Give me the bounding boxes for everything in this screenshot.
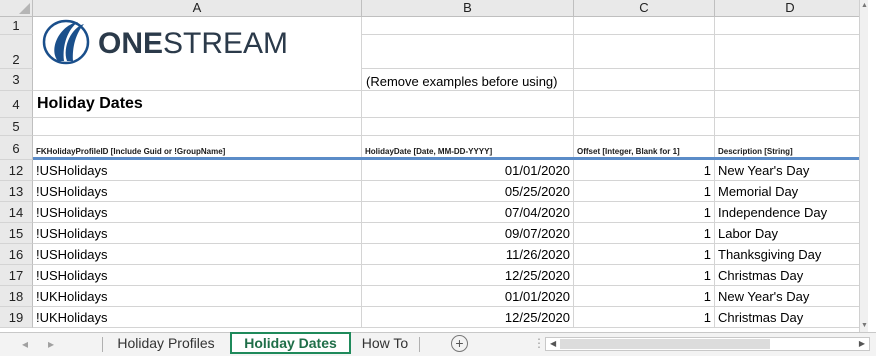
cell-a5[interactable] — [33, 118, 362, 136]
offset-cell[interactable]: 1 — [574, 160, 715, 181]
date-cell[interactable]: 12/25/2020 — [362, 307, 574, 328]
date-cell[interactable]: 12/25/2020 — [362, 265, 574, 286]
offset-cell[interactable]: 1 — [574, 307, 715, 328]
cell-d1[interactable] — [715, 17, 866, 35]
cell-b4[interactable] — [362, 91, 574, 118]
tab-splitter-handle-icon[interactable]: ⋮ — [533, 336, 545, 350]
offset-cell[interactable]: 1 — [574, 244, 715, 265]
row-header-15[interactable]: 15 — [0, 223, 33, 244]
row-header-3[interactable]: 3 — [0, 69, 33, 91]
description-cell[interactable]: Thanksgiving Day — [715, 244, 866, 265]
row-header-5[interactable]: 5 — [0, 118, 33, 136]
cell-d5[interactable] — [715, 118, 866, 136]
profile-cell[interactable]: !USHolidays — [33, 160, 362, 181]
profile-cell[interactable]: !USHolidays — [33, 202, 362, 223]
scroll-down-icon[interactable]: ▼ — [861, 322, 868, 330]
tab-how-to[interactable]: How To — [352, 333, 418, 355]
row-header-13[interactable]: 13 — [0, 181, 33, 202]
profile-cell[interactable]: !UKHolidays — [33, 286, 362, 307]
column-header-d[interactable]: D — [715, 0, 866, 17]
tab-holiday-dates[interactable]: Holiday Dates — [230, 332, 351, 354]
column-header-b[interactable]: B — [362, 0, 574, 17]
row-header-17[interactable]: 17 — [0, 265, 33, 286]
offset-cell[interactable]: 1 — [574, 286, 715, 307]
offset-cell[interactable]: 1 — [574, 181, 715, 202]
select-all-triangle-icon — [19, 3, 30, 14]
cell-c2[interactable] — [574, 35, 715, 69]
scroll-up-icon[interactable]: ▲ — [861, 2, 868, 10]
profile-cell[interactable]: !UKHolidays — [33, 307, 362, 328]
horizontal-scrollbar[interactable]: ◀ ▶ — [545, 337, 870, 351]
profile-cell[interactable]: !USHolidays — [33, 223, 362, 244]
tab-scroll-right-icon[interactable]: ▸ — [48, 337, 54, 351]
description-cell[interactable]: Memorial Day — [715, 181, 866, 202]
cell-c4[interactable] — [574, 91, 715, 118]
row-header-2[interactable]: 2 — [0, 35, 33, 69]
cell-b2[interactable] — [362, 35, 574, 69]
row-header-6[interactable]: 6 — [0, 136, 33, 160]
scroll-right-icon[interactable]: ▶ — [859, 338, 865, 350]
cell-c5[interactable] — [574, 118, 715, 136]
date-cell[interactable]: 01/01/2020 — [362, 286, 574, 307]
date-cell[interactable]: 07/04/2020 — [362, 202, 574, 223]
row-header-1[interactable]: 1 — [0, 17, 33, 35]
column-header-c[interactable]: C — [574, 0, 715, 17]
row-header-12[interactable]: 12 — [0, 160, 33, 181]
tab-holiday-profiles[interactable]: Holiday Profiles — [103, 333, 229, 355]
description-cell[interactable]: New Year's Day — [715, 286, 866, 307]
offset-cell[interactable]: 1 — [574, 265, 715, 286]
description-cell[interactable]: Christmas Day — [715, 265, 866, 286]
description-cell[interactable]: Christmas Day — [715, 307, 866, 328]
onestream-logo: ONESTREAM — [38, 19, 288, 67]
add-sheet-button[interactable]: + — [451, 335, 468, 352]
cell-b1[interactable] — [362, 17, 574, 35]
cell-c3[interactable] — [574, 69, 715, 91]
column-header-a[interactable]: A — [33, 0, 362, 17]
profile-cell[interactable]: !USHolidays — [33, 181, 362, 202]
offset-cell[interactable]: 1 — [574, 223, 715, 244]
profile-cell[interactable]: !USHolidays — [33, 244, 362, 265]
sheet-title: Holiday Dates — [37, 95, 143, 112]
select-all-corner[interactable] — [0, 0, 33, 17]
cell-b5[interactable] — [362, 118, 574, 136]
tab-scroll-left-icon[interactable]: ◂ — [22, 337, 28, 351]
cell-d2[interactable] — [715, 35, 866, 69]
profile-cell[interactable]: !USHolidays — [33, 265, 362, 286]
sheet-tab-bar: ◂ ▸ Holiday Profiles Holiday Dates How T… — [0, 332, 876, 356]
cell-c1[interactable] — [574, 17, 715, 35]
date-cell[interactable]: 05/25/2020 — [362, 181, 574, 202]
description-cell[interactable]: Labor Day — [715, 223, 866, 244]
horizontal-scroll-thumb[interactable] — [560, 339, 770, 349]
vertical-scrollbar[interactable]: ▲ ▼ — [859, 0, 868, 332]
row-header-18[interactable]: 18 — [0, 286, 33, 307]
date-cell[interactable]: 11/26/2020 — [362, 244, 574, 265]
onestream-wordmark: ONESTREAM — [98, 27, 289, 60]
onestream-swoosh-icon — [42, 19, 90, 65]
remove-examples-note: (Remove examples before using) — [366, 74, 558, 89]
spreadsheet-grid: A B C D 12345 ONESTREAM (Remove examples… — [0, 0, 868, 332]
date-cell[interactable]: 01/01/2020 — [362, 160, 574, 181]
scroll-left-icon[interactable]: ◀ — [550, 338, 556, 350]
tab-separator — [419, 337, 420, 352]
cell-d3[interactable] — [715, 69, 866, 91]
description-cell[interactable]: Independence Day — [715, 202, 866, 223]
row-header-4[interactable]: 4 — [0, 91, 33, 118]
row-header-14[interactable]: 14 — [0, 202, 33, 223]
row-header-19[interactable]: 19 — [0, 307, 33, 328]
date-cell[interactable]: 09/07/2020 — [362, 223, 574, 244]
description-cell[interactable]: New Year's Day — [715, 160, 866, 181]
row-header-16[interactable]: 16 — [0, 244, 33, 265]
offset-cell[interactable]: 1 — [574, 202, 715, 223]
cell-d4[interactable] — [715, 91, 866, 118]
